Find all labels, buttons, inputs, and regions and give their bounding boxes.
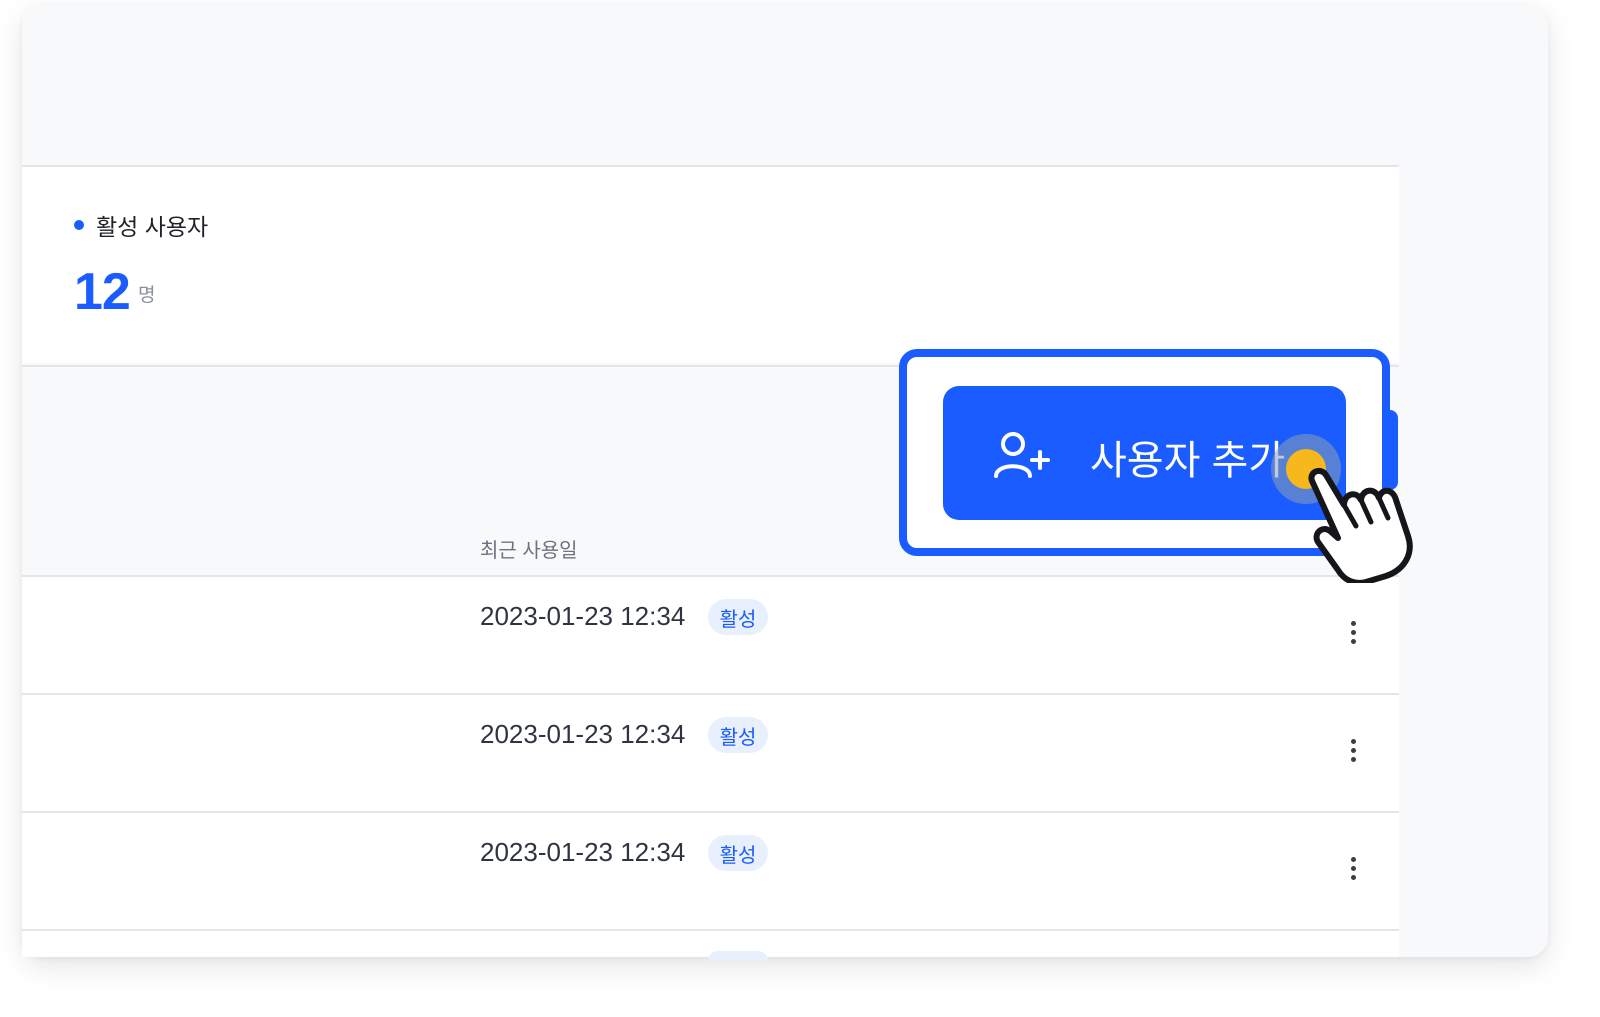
table-row[interactable]: 2023-01-23 12:34 활성 <box>22 577 1399 693</box>
active-users-count: 12 <box>74 263 131 321</box>
active-users-unit: 명 <box>138 285 156 306</box>
status-badge: 활성 <box>708 717 768 753</box>
hand-pointer-icon <box>1308 467 1413 583</box>
status-dot-icon <box>74 220 84 230</box>
add-user-label: 사용자 추가 <box>1090 439 1286 483</box>
active-users-label: 활성 사용자 <box>74 208 208 242</box>
more-options-icon[interactable] <box>1338 853 1368 883</box>
table-row[interactable]: 2023-01-23 12:34 활성 <box>22 813 1399 929</box>
status-badge: 활성 <box>708 599 768 635</box>
last-used-date: 2023-01-23 12:34 <box>480 601 686 631</box>
table-row-partial <box>22 931 1399 961</box>
more-options-icon[interactable] <box>1338 735 1368 765</box>
last-used-date: 2023-01-23 12:34 <box>480 837 686 867</box>
status-badge: 활성 <box>708 835 768 871</box>
column-header-last-used: 최근 사용일 <box>480 540 578 562</box>
user-plus-icon <box>993 430 1053 488</box>
last-used-date: 2023-01-23 12:34 <box>480 719 686 749</box>
status-badge-partial <box>708 951 768 961</box>
more-options-icon[interactable] <box>1338 617 1368 647</box>
table-row[interactable]: 2023-01-23 12:34 활성 <box>22 695 1399 811</box>
divider <box>22 165 1399 167</box>
